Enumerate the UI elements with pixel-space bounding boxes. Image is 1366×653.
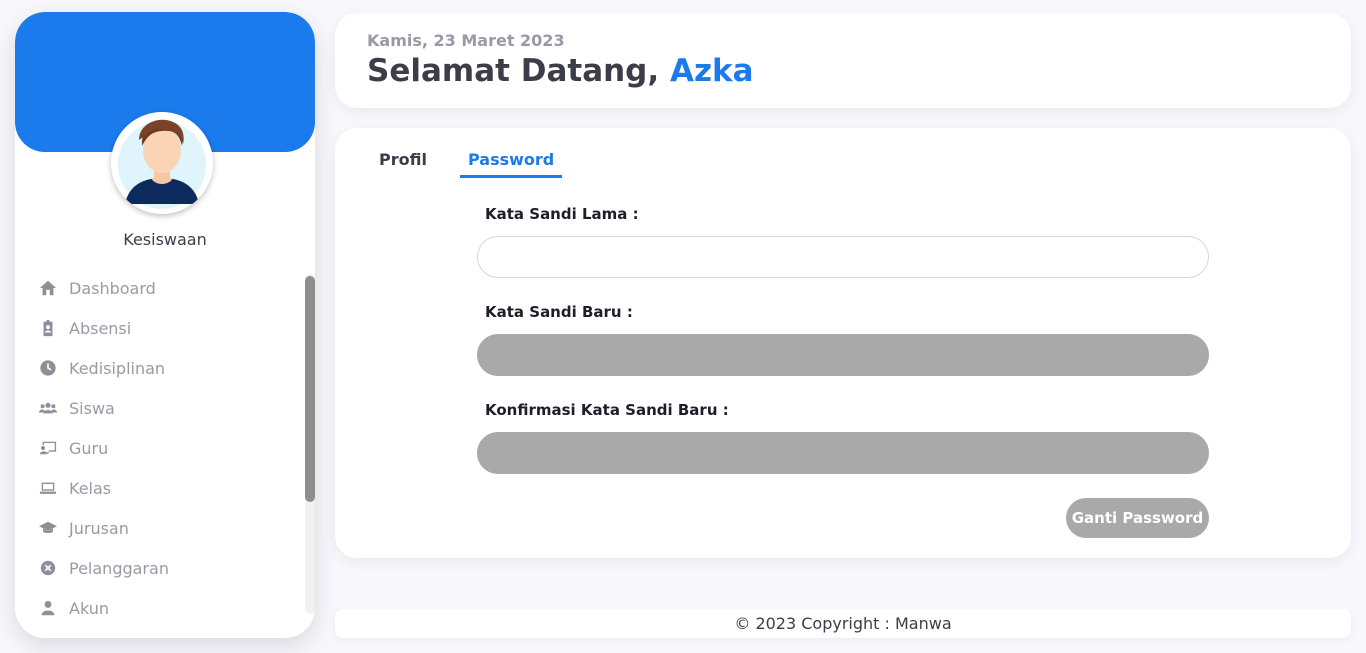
sidebar-item-siswa[interactable]: Siswa bbox=[15, 388, 305, 428]
chalkboard-teacher-icon bbox=[39, 439, 57, 457]
welcome-header: Kamis, 23 Maret 2023 Selamat Datang, Azk… bbox=[335, 13, 1351, 108]
sidebar-role-label: Kesiswaan bbox=[123, 230, 207, 249]
confirm-password-field[interactable] bbox=[477, 432, 1209, 474]
sidebar-item-label: Kelas bbox=[69, 478, 112, 498]
sidebar-item-label: Guru bbox=[69, 438, 109, 458]
old-password-field[interactable] bbox=[477, 236, 1209, 278]
graduation-cap-icon bbox=[39, 519, 57, 537]
home-icon bbox=[39, 279, 57, 297]
sidebar-item-label: Absensi bbox=[69, 318, 132, 338]
sidebar-item-jurusan[interactable]: Jurusan bbox=[15, 508, 305, 548]
footer-copyright: © 2023 Copyright : Manwa bbox=[335, 609, 1351, 638]
settings-card: Profil Password Kata Sandi Lama : Kata S… bbox=[335, 128, 1351, 558]
sidebar-item-label: Akun bbox=[69, 598, 109, 618]
laptop-icon bbox=[39, 479, 57, 497]
sidebar-item-guru[interactable]: Guru bbox=[15, 428, 305, 468]
new-password-field[interactable] bbox=[477, 334, 1209, 376]
tab-profil[interactable]: Profil bbox=[379, 150, 427, 175]
page-title: Selamat Datang, Azka bbox=[367, 53, 754, 89]
sidebar-item-label: Pelanggaran bbox=[69, 558, 169, 578]
sidebar-scrollbar-thumb[interactable] bbox=[305, 276, 315, 502]
sidebar-item-label: Kedisiplinan bbox=[69, 358, 166, 378]
new-password-label: Kata Sandi Baru : bbox=[485, 303, 633, 321]
old-password-label: Kata Sandi Lama : bbox=[485, 205, 639, 223]
sidebar-nav: Dashboard Absensi Kedisiplinan Siswa Gur… bbox=[15, 268, 305, 628]
user-icon bbox=[39, 599, 57, 617]
sidebar-item-akun[interactable]: Akun bbox=[15, 588, 305, 628]
sidebar-item-pelanggaran[interactable]: Pelanggaran bbox=[15, 548, 305, 588]
change-password-button[interactable]: Ganti Password bbox=[1066, 498, 1209, 538]
circle-x-icon bbox=[39, 559, 57, 577]
sidebar-item-kelas[interactable]: Kelas bbox=[15, 468, 305, 508]
user-avatar-icon bbox=[111, 112, 213, 214]
confirm-password-label: Konfirmasi Kata Sandi Baru : bbox=[485, 401, 729, 419]
sidebar: Kesiswaan Dashboard Absensi Kedisiplinan… bbox=[15, 12, 315, 638]
clock-icon bbox=[39, 359, 57, 377]
welcome-user-name: Azka bbox=[669, 53, 754, 89]
avatar[interactable] bbox=[111, 112, 213, 214]
current-date: Kamis, 23 Maret 2023 bbox=[367, 31, 565, 50]
sidebar-item-kedisiplinan[interactable]: Kedisiplinan bbox=[15, 348, 305, 388]
tab-password[interactable]: Password bbox=[460, 150, 563, 178]
sidebar-item-absensi[interactable]: Absensi bbox=[15, 308, 305, 348]
sidebar-item-label: Dashboard bbox=[69, 278, 156, 298]
clipboard-user-icon bbox=[39, 319, 57, 337]
sidebar-item-dashboard[interactable]: Dashboard bbox=[15, 268, 305, 308]
sidebar-item-label: Siswa bbox=[69, 398, 115, 418]
users-icon bbox=[39, 399, 57, 417]
sidebar-item-label: Jurusan bbox=[69, 518, 129, 538]
welcome-greeting: Selamat Datang, bbox=[367, 53, 660, 89]
